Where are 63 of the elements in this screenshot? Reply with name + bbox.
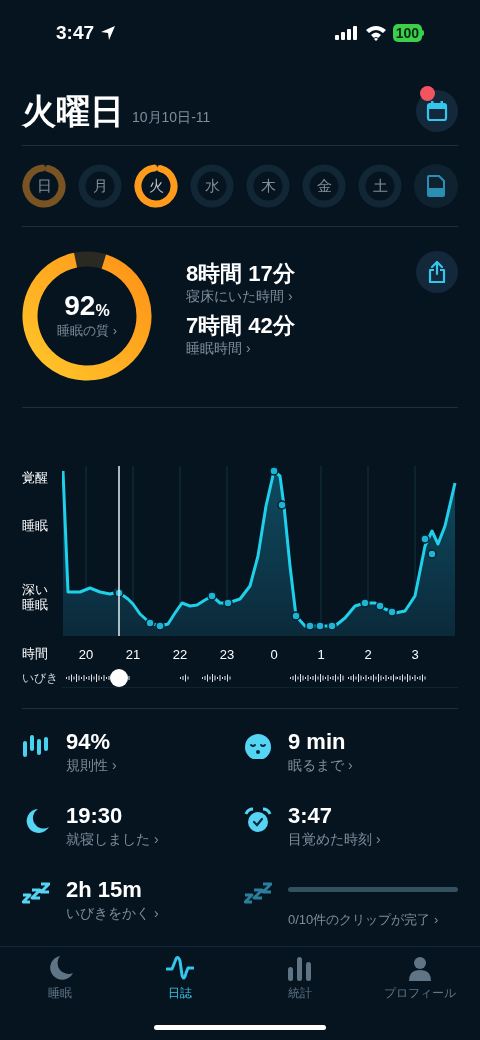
stat-value: 19:30 [66, 803, 124, 829]
axis-tick: 23 [219, 646, 235, 664]
stat-value: 3:47 [288, 803, 334, 829]
sleep-quality-link[interactable]: 睡眠の質 › [57, 321, 117, 341]
stat-link[interactable]: 眠るまで › [288, 755, 458, 775]
nav-tab[interactable]: 統計 [240, 955, 360, 1007]
day-tab[interactable]: 火 [134, 164, 178, 208]
battery-indicator: 100 [392, 24, 422, 42]
day-tab[interactable]: 土 [358, 164, 402, 208]
percent-sign: % [95, 302, 110, 322]
sleeping-face-icon [244, 733, 272, 759]
stat-value: 94% [66, 729, 112, 755]
day-title: 火曜日 [22, 91, 124, 131]
duration-value: 8時間 17分 [186, 261, 296, 287]
stat-value: 9 min [288, 729, 347, 755]
stat-link[interactable]: 就寝しました › [66, 829, 240, 849]
day-tab[interactable]: 水 [190, 164, 234, 208]
date-range: 10月10日-11 [132, 108, 211, 127]
stat-link[interactable]: 規則性 › [66, 755, 240, 775]
day-tab[interactable]: 木 [246, 164, 290, 208]
calendar-icon [426, 100, 448, 122]
location-icon [100, 25, 117, 41]
axis-label: 時間 [22, 645, 49, 664]
day-tab[interactable]: 月 [78, 164, 122, 208]
day-tab[interactable]: 金 [302, 164, 346, 208]
share-icon [428, 261, 446, 283]
bars-icon [22, 733, 50, 759]
nav-tab[interactable]: 睡眠 [0, 955, 120, 1007]
share-button[interactable] [416, 251, 458, 293]
axis-label: 覚醒 [22, 470, 48, 485]
axis-label: 睡眠 [22, 518, 48, 533]
quality-percent: 92 [64, 291, 96, 322]
bar-chart-icon [286, 955, 314, 983]
wifi-icon [364, 25, 387, 41]
axis-tick: 1 [317, 646, 325, 664]
axis-tick: 22 [172, 646, 188, 664]
axis-tick: 0 [270, 646, 278, 664]
person-icon [406, 955, 434, 983]
nav-tab[interactable]: プロフィール [360, 955, 480, 1007]
stat-link[interactable]: いびきをかく › [66, 903, 240, 923]
document-icon [427, 175, 445, 197]
nav-tab[interactable]: 日誌 [120, 955, 240, 1007]
duration-link[interactable]: 睡眠時間 › [186, 339, 416, 357]
axis-tick: 2 [364, 646, 372, 664]
day-tab[interactable]: 日 [22, 164, 66, 208]
zzz-icon [22, 881, 50, 907]
alarm-clock-icon [244, 807, 272, 833]
stat-value: 2h 15m [66, 877, 143, 903]
status-time: 3:47 [56, 20, 95, 45]
pulse-wave-icon [166, 955, 194, 983]
axis-tick: 21 [125, 646, 141, 664]
duration-value: 7時間 42分 [186, 313, 296, 339]
stat-link[interactable]: 目覚めた時刻 › [288, 829, 458, 849]
stat-link[interactable]: 0/10件のクリップが完了 › [288, 911, 458, 929]
zzz-icon [244, 881, 272, 907]
axis-tick: 20 [78, 646, 94, 664]
axis-tick: 3 [411, 646, 419, 664]
axis-label: 深い睡眠 [22, 582, 48, 612]
axis-label: いびき [22, 670, 59, 687]
playback-handle[interactable] [110, 669, 128, 687]
duration-link[interactable]: 寝床にいた時間 › [186, 287, 416, 305]
signal-icon [334, 26, 359, 40]
report-button[interactable] [414, 164, 458, 208]
